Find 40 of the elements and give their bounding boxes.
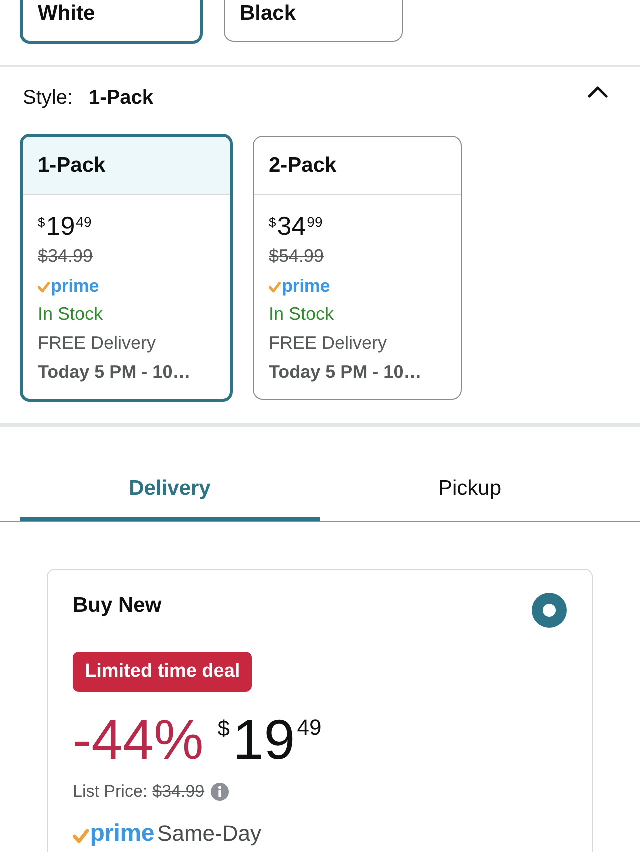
check-icon xyxy=(73,829,90,844)
pack-name: 1-Pack xyxy=(38,154,106,178)
discount-percent: -44% xyxy=(73,712,204,768)
currency-symbol: $ xyxy=(218,718,230,740)
price-dollars: 19 xyxy=(232,712,296,768)
color-option[interactable]: Black xyxy=(224,0,403,42)
delivery-label: FREE Delivery xyxy=(269,333,388,354)
delivery-time: Today 5 PM - 10… xyxy=(38,362,191,383)
check-icon xyxy=(269,282,281,293)
shipping-speed: Same-Day xyxy=(158,821,262,847)
delivery-label: FREE Delivery xyxy=(38,333,156,354)
offer-title: Buy New xyxy=(73,594,162,618)
stock-status: In Stock xyxy=(38,304,104,325)
prime-label: prime xyxy=(51,276,100,294)
tab[interactable]: Pickup xyxy=(320,427,620,521)
currency-symbol: $ xyxy=(269,216,276,229)
list-price-label: List Price: xyxy=(73,781,148,803)
stock-status: In Stock xyxy=(269,304,334,325)
chevron-up-icon[interactable] xyxy=(588,86,608,98)
deal-badge: Limited time deal xyxy=(73,652,252,692)
check-icon xyxy=(38,282,50,293)
style-label: Style: xyxy=(23,86,74,110)
delivery-time: Today 5 PM - 10… xyxy=(269,362,422,383)
color-option[interactable]: White xyxy=(20,0,203,44)
price-cents: 99 xyxy=(307,215,323,229)
radio-button[interactable] xyxy=(532,593,567,628)
prime-label: prime xyxy=(282,276,330,294)
price-cents: 49 xyxy=(76,215,92,229)
style-value: 1-Pack xyxy=(89,86,154,110)
pack-name: 2-Pack xyxy=(269,154,337,178)
list-price: $54.99 xyxy=(269,246,324,267)
list-price: $34.99 xyxy=(152,781,205,803)
price-cents: 49 xyxy=(297,717,322,739)
currency-symbol: $ xyxy=(38,216,46,229)
price-dollars: 34 xyxy=(277,213,306,239)
tab[interactable]: Delivery xyxy=(20,427,320,521)
prime-label: prime xyxy=(90,822,155,846)
info-icon[interactable] xyxy=(210,783,229,801)
list-price: $34.99 xyxy=(38,246,94,267)
price-dollars: 19 xyxy=(46,213,76,239)
